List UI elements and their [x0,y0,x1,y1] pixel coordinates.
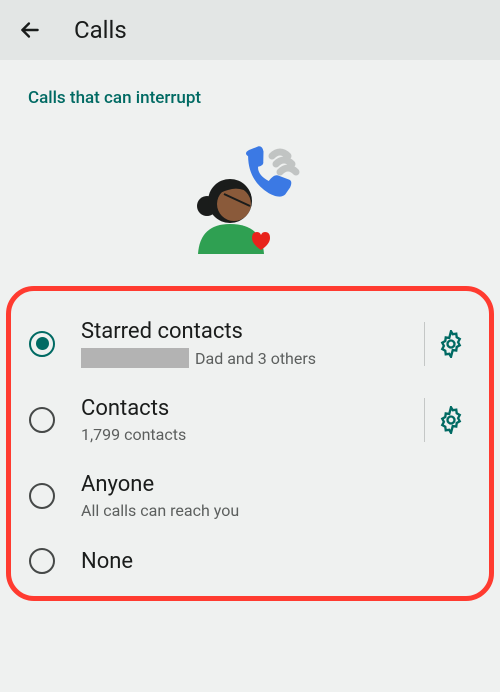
illustration [0,116,500,286]
arrow-back-icon [17,17,43,43]
option-description: All calls can reach you [81,501,471,520]
option-title: Starred contacts [81,319,412,344]
gear-icon [437,330,465,358]
page-title: Calls [74,16,127,44]
option-anyone[interactable]: Anyone All calls can reach you [19,458,481,534]
option-none[interactable]: None [19,534,481,588]
divider [424,398,425,442]
radio-anyone[interactable] [29,483,55,509]
divider [424,322,425,366]
option-description: Dad and 3 others [81,348,412,368]
radio-none[interactable] [29,548,55,574]
option-title: Anyone [81,472,471,497]
sound-waves-icon [272,152,296,172]
back-button[interactable] [14,14,46,46]
gear-icon [437,406,465,434]
settings-contacts-button[interactable] [437,406,465,434]
section-subtitle: Calls that can interrupt [0,60,500,116]
radio-contacts[interactable] [29,407,55,433]
settings-starred-button[interactable] [437,330,465,358]
option-title: Contacts [81,396,412,421]
redacted-text [81,348,189,368]
option-contacts[interactable]: Contacts 1,799 contacts [19,382,481,458]
option-description: 1,799 contacts [81,425,412,444]
option-starred-contacts[interactable]: Starred contacts Dad and 3 others [19,305,481,382]
header-bar: Calls [0,0,500,60]
option-title: None [81,549,471,574]
radio-starred[interactable] [29,331,55,357]
options-highlight-box: Starred contacts Dad and 3 others Contac… [6,286,494,601]
